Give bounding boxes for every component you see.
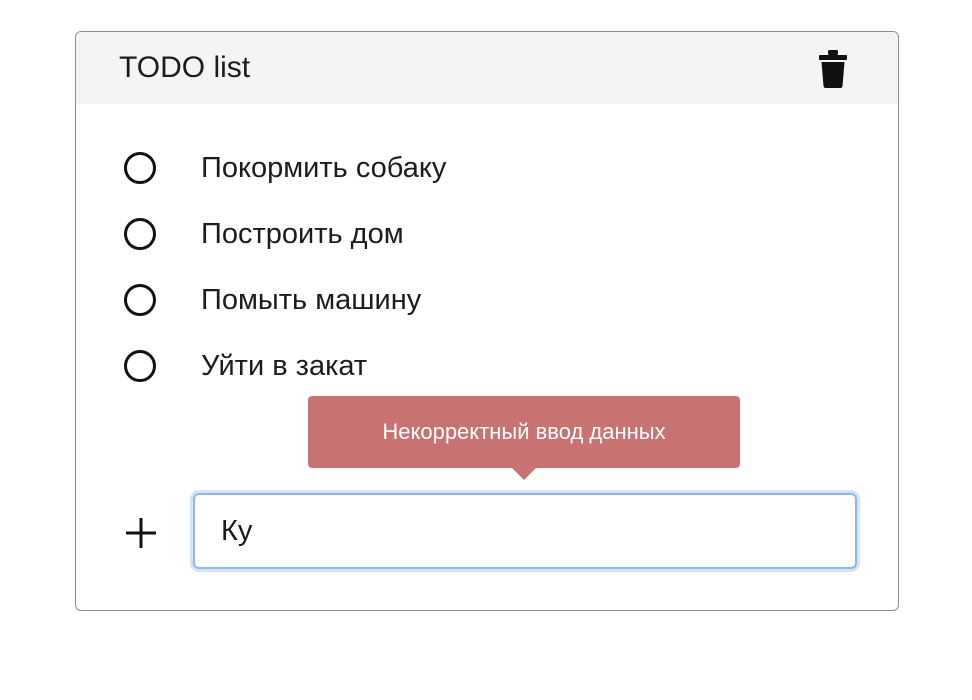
card-title: TODO list: [119, 51, 251, 84]
todo-label: Покормить собаку: [201, 152, 447, 184]
todo-item: Построить дом: [120, 214, 820, 280]
new-todo-input[interactable]: [193, 493, 857, 569]
todo-item: Покормить собаку: [120, 148, 820, 214]
add-todo-button[interactable]: [124, 516, 158, 550]
todo-label: Уйти в закат: [201, 350, 368, 382]
todo-checkbox[interactable]: [124, 350, 156, 382]
validation-error-tooltip: Некорректный ввод данных: [308, 396, 740, 468]
todo-checkbox[interactable]: [124, 284, 156, 316]
todo-label: Помыть машину: [201, 284, 422, 316]
todo-checkbox[interactable]: [124, 152, 156, 184]
todo-checkbox[interactable]: [124, 218, 156, 250]
todo-card: TODO list Покормить собаку Построить дом…: [75, 31, 899, 611]
delete-all-button[interactable]: [816, 49, 850, 89]
card-header: TODO list: [76, 32, 898, 104]
tooltip-arrow: [512, 468, 536, 480]
todo-item: Помыть машину: [120, 280, 820, 346]
plus-icon: [126, 518, 156, 548]
todo-label: Построить дом: [201, 218, 404, 250]
trash-icon: [819, 50, 847, 88]
todo-list: Покормить собаку Построить дом Помыть ма…: [120, 148, 820, 412]
